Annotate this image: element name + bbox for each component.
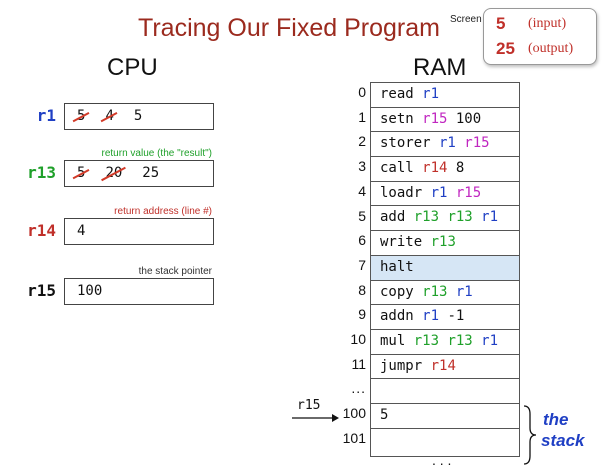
ram-index: 1 xyxy=(358,108,366,125)
instruction-arg: r14 xyxy=(422,357,456,374)
ram-row-0: read r1 xyxy=(370,83,520,108)
screen-output-value: 25 xyxy=(496,39,515,58)
instruction-op: loadr xyxy=(380,184,423,201)
ram-index: 4 xyxy=(358,182,366,199)
instruction-arg: r1 xyxy=(472,332,499,349)
instruction-op: addn xyxy=(380,308,414,325)
ram-heading: RAM xyxy=(413,54,467,81)
ram-index: 10 xyxy=(350,331,366,347)
register-note-r14: return address (line #) xyxy=(114,206,212,217)
instruction-arg: r1 xyxy=(413,308,440,325)
register-value-r1: 5 xyxy=(133,108,143,124)
ram-row-3: call r14 8 xyxy=(370,157,520,182)
ram-row-4: loadr r1 r15 xyxy=(370,181,520,207)
instruction-op: add xyxy=(380,209,406,226)
ram-row-9: addn r1 -1 xyxy=(370,305,520,330)
instruction-arg: r13 xyxy=(405,209,440,226)
ram-index: 8 xyxy=(358,281,366,298)
ram-row-11: jumpr r14 xyxy=(370,354,520,380)
register-value-r14: 4 xyxy=(77,223,86,239)
instruction-op: write xyxy=(380,234,423,251)
instruction-op: 5 xyxy=(380,406,389,423)
slide-title: Tracing Our Fixed Program xyxy=(138,14,440,42)
screen-input-value: 5 xyxy=(496,14,506,33)
ram-index: 101 xyxy=(342,429,366,446)
register-box-r15: 100 xyxy=(64,278,214,305)
instruction-arg: r1 xyxy=(430,135,456,152)
register-box-r13: 5 20 25 xyxy=(64,160,214,187)
instruction-arg: r13 xyxy=(405,332,440,349)
instruction-arg: 100 xyxy=(447,110,482,127)
ram-row-ellipsisellipsisellipsis xyxy=(370,379,520,404)
instruction-arg: r1 xyxy=(447,283,473,300)
instruction-arg: r13 xyxy=(439,209,473,226)
register-note-r13: return value (the "result") xyxy=(101,148,212,159)
register-label-r14: r14 xyxy=(27,221,56,240)
instruction-arg: r1 xyxy=(422,184,448,201)
instruction-op: mul xyxy=(380,332,406,349)
instruction-arg: r15 xyxy=(447,184,482,201)
ram-row-5: add r13 r13 r1 xyxy=(370,206,520,232)
ram-row-7: halt xyxy=(370,255,520,281)
ram-index: 0 xyxy=(358,84,366,100)
ram-index: 2 xyxy=(358,133,366,150)
ram-index: 6 xyxy=(358,232,366,249)
ram-bottom-ellipsis: . . . xyxy=(432,452,452,468)
stack-brace-icon xyxy=(523,405,537,465)
instruction-op: call xyxy=(380,160,414,177)
stack-label-line2: stack xyxy=(541,431,585,450)
screen-label: Screen xyxy=(450,14,482,25)
struck-value: 5 xyxy=(77,165,86,181)
instruction-arg: r15 xyxy=(413,110,448,127)
instruction-arg: r1 xyxy=(413,86,440,102)
instruction-arg: r13 xyxy=(413,283,448,300)
stack-label-line1: the xyxy=(543,410,569,429)
screen-box: 5 (input) 25 (output) xyxy=(483,8,597,65)
ram-index: 9 xyxy=(358,306,366,323)
register-box-r14: 4 xyxy=(64,218,214,245)
cpu-heading: CPU xyxy=(107,54,158,81)
struck-value: 4 xyxy=(105,108,114,124)
register-value-r13: 25 xyxy=(142,165,160,181)
screen-input-note: (input) xyxy=(528,16,567,31)
instruction-arg: r15 xyxy=(455,135,490,152)
instruction-op: jumpr xyxy=(380,357,423,374)
ram-table: read r1 setn r15 100 storer r1 r15 call r14… xyxy=(370,82,520,457)
ram-index: 7 xyxy=(358,256,366,273)
instruction-arg: r13 xyxy=(422,234,456,251)
ram-index: ... xyxy=(351,380,366,397)
instruction-arg: r14 xyxy=(413,160,448,177)
instruction-op: setn xyxy=(380,110,414,127)
ram-row-2: storer r1 r15 xyxy=(370,132,520,158)
register-box-r1: 5 4 5 xyxy=(64,103,214,130)
instruction-arg: 8 xyxy=(447,160,465,177)
instruction-op: read xyxy=(380,86,414,102)
ram-index: 3 xyxy=(358,158,366,175)
instruction-arg: r13 xyxy=(439,332,473,349)
instruction-arg: r1 xyxy=(472,209,499,226)
register-note-r15: the stack pointer xyxy=(138,266,212,277)
ram-index: 11 xyxy=(351,355,366,372)
ram-row-1: setn r15 100 xyxy=(370,107,520,133)
ram-row-10: mul r13 r13 r1 xyxy=(370,329,520,355)
ram-index: 5 xyxy=(358,207,366,224)
struck-value: 20 xyxy=(105,165,123,181)
register-label-r13: r13 xyxy=(27,163,56,182)
ram-row-6: write r13 xyxy=(370,231,520,256)
stack-pointer-arrow-icon xyxy=(292,414,339,422)
instruction-op: storer xyxy=(380,135,431,152)
ram-row-8: copy r13 r1 xyxy=(370,280,520,306)
struck-value: 5 xyxy=(77,108,86,124)
instruction-arg: -1 xyxy=(439,308,465,325)
instruction-op: halt xyxy=(380,258,414,275)
register-label-r1: r1 xyxy=(36,106,56,125)
register-value-r15: 100 xyxy=(77,283,103,299)
ram-row-100: 5 xyxy=(370,403,520,429)
instruction-op: copy xyxy=(380,283,414,300)
screen-output-note: (output) xyxy=(528,41,574,56)
register-label-r15: r15 xyxy=(27,281,56,300)
